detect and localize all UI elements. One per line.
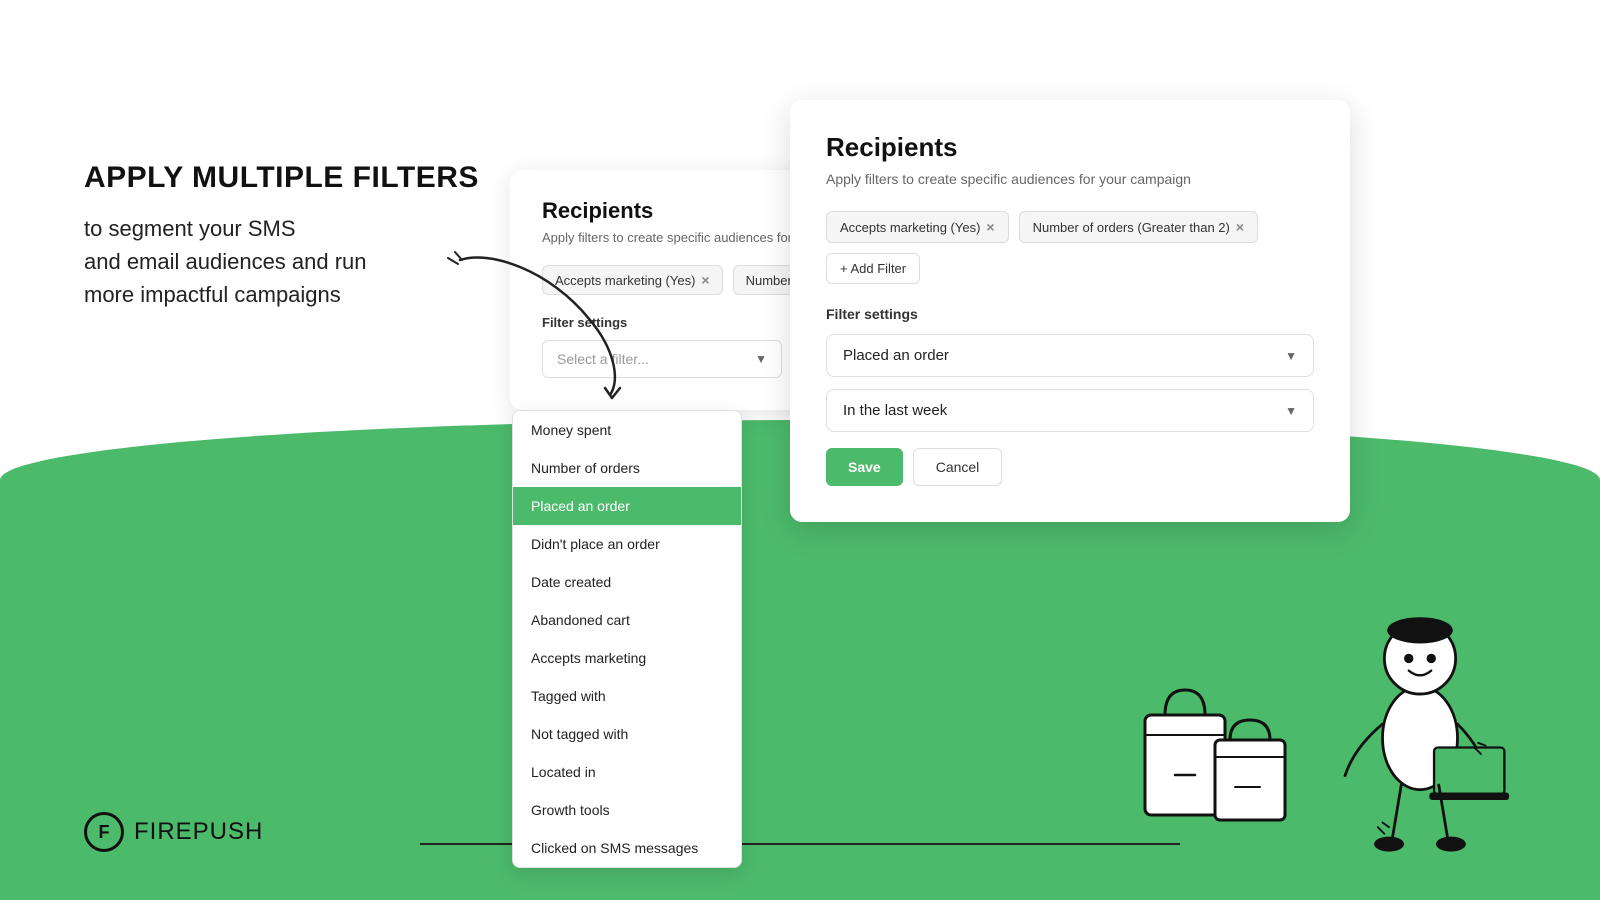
chevron-down-icon-1: ▼ (1285, 349, 1297, 363)
logo-bold: FIRE (134, 818, 193, 845)
logo: F FIREPUSH (84, 812, 263, 852)
dropdown-item-accepts-marketing[interactable]: Accepts marketing (513, 639, 741, 677)
placed-order-select[interactable]: Placed an order ▼ (826, 334, 1314, 377)
dropdown-item-number-of-orders[interactable]: Number of orders (513, 449, 741, 487)
body-line3: more impactful campaigns (84, 282, 341, 307)
filter-dropdown-menu[interactable]: Money spent Number of orders Placed an o… (512, 410, 742, 868)
body-line1: to segment your SMS (84, 216, 296, 241)
shopping-bags (1140, 645, 1300, 845)
dropdown-item-clicked-sms[interactable]: Clicked on SMS messages (513, 829, 741, 867)
headline: APPLY MULTIPLE FILTERS (84, 160, 479, 196)
logo-icon: F (84, 812, 124, 852)
chevron-down-icon-2: ▼ (1285, 404, 1297, 418)
logo-text: FIREPUSH (134, 818, 263, 846)
front-filter-marketing[interactable]: Accepts marketing (Yes) × (826, 211, 1009, 243)
dropdown-item-tagged-with[interactable]: Tagged with (513, 677, 741, 715)
chevron-down-icon: ▼ (755, 352, 767, 366)
left-content-area: APPLY MULTIPLE FILTERS to segment your S… (84, 160, 479, 311)
front-filter-settings-label: Filter settings (826, 306, 1314, 322)
dropdown-item-located-in[interactable]: Located in (513, 753, 741, 791)
filter-select-back[interactable]: Select a filter... ▼ (542, 340, 782, 378)
save-button[interactable]: Save (826, 448, 903, 486)
add-filter-button[interactable]: + Add Filter (826, 253, 920, 284)
dropdown-item-didnt-place[interactable]: Didn't place an order (513, 525, 741, 563)
front-filter-marketing-remove[interactable]: × (986, 219, 994, 235)
card-front-filters: Accepts marketing (Yes) × Number of orde… (826, 211, 1314, 284)
dropdown-item-abandoned-cart[interactable]: Abandoned cart (513, 601, 741, 639)
body-line2: and email audiences and run (84, 249, 367, 274)
filter-tag-marketing-label: Accepts marketing (Yes) (555, 273, 695, 288)
filter-tag-marketing-remove[interactable]: × (701, 272, 709, 288)
placed-order-select-value: Placed an order (843, 347, 949, 364)
dropdown-item-growth-tools[interactable]: Growth tools (513, 791, 741, 829)
action-buttons: Save Cancel (826, 448, 1314, 486)
card-front-subtitle: Apply filters to create specific audienc… (826, 171, 1314, 187)
filter-select-back-value: Select a filter... (557, 351, 649, 367)
card-front: Recipients Apply filters to create speci… (790, 100, 1350, 522)
front-filter-orders-remove[interactable]: × (1236, 219, 1244, 235)
dropdown-item-not-tagged-with[interactable]: Not tagged with (513, 715, 741, 753)
front-filter-marketing-label: Accepts marketing (Yes) (840, 220, 980, 235)
logo-light: PUSH (193, 818, 264, 845)
cancel-button[interactable]: Cancel (913, 448, 1003, 486)
last-week-select-value: In the last week (843, 402, 947, 419)
card-front-title: Recipients (826, 132, 1314, 163)
dropdown-item-money-spent[interactable]: Money spent (513, 411, 741, 449)
dropdown-item-date-created[interactable]: Date created (513, 563, 741, 601)
filter-tag-marketing[interactable]: Accepts marketing (Yes) × (542, 265, 723, 295)
character-illustration (1320, 560, 1520, 860)
body-text: to segment your SMS and email audiences … (84, 212, 479, 311)
front-filter-orders-label: Number of orders (Greater than 2) (1033, 220, 1230, 235)
dropdown-item-placed-order[interactable]: Placed an order (513, 487, 741, 525)
last-week-select[interactable]: In the last week ▼ (826, 389, 1314, 432)
front-filter-orders[interactable]: Number of orders (Greater than 2) × (1019, 211, 1258, 243)
